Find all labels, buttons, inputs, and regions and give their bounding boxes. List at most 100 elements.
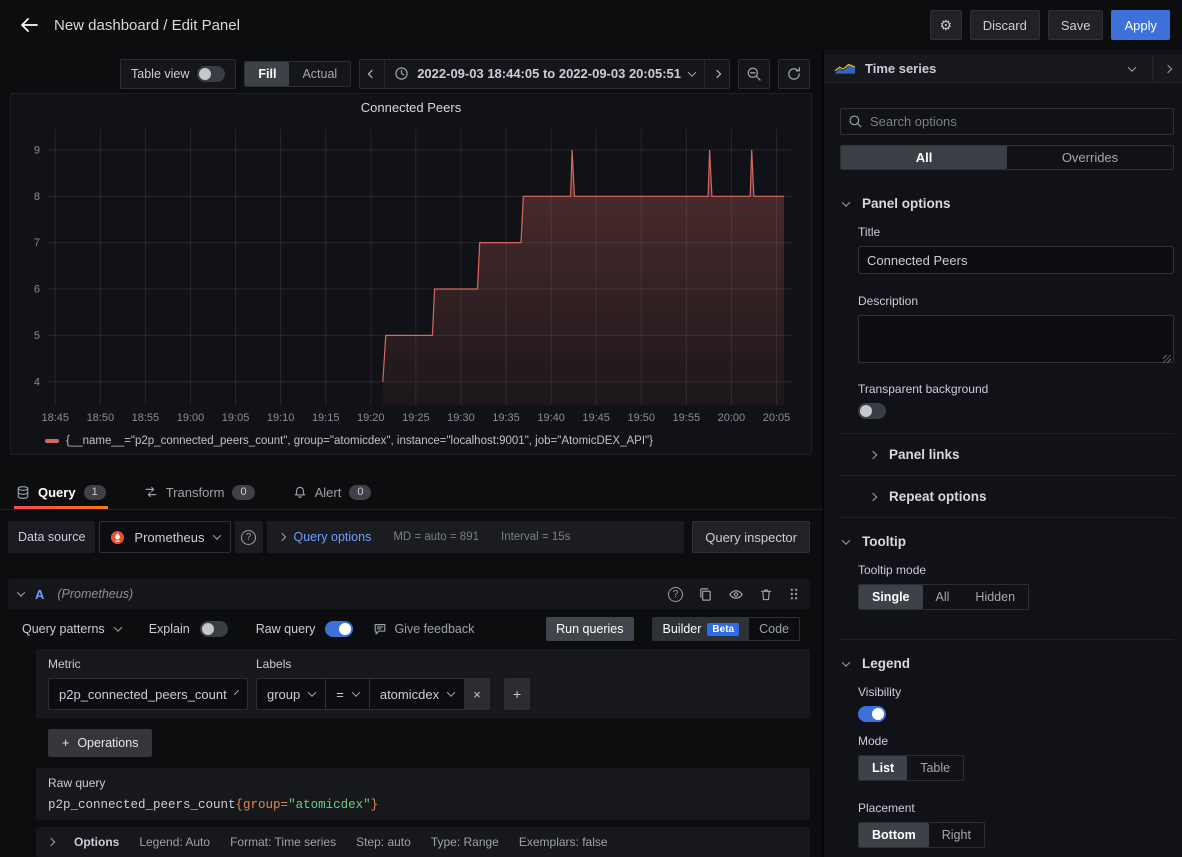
panel-preview[interactable]: Connected Peers 45678918:4518:5018:5519:… [10,93,812,455]
metric-select[interactable]: p2p_connected_peers_count [48,678,248,710]
interval: Interval = 15s [501,531,570,543]
resize-handle-icon[interactable] [1163,355,1171,363]
legend-placement-right[interactable]: Right [929,823,984,847]
query-row-header[interactable]: A (Prometheus) ? [8,579,810,609]
section-tooltip[interactable]: Tooltip [840,518,1174,563]
query-builder-body: Metric Labels p2p_connected_peers_count … [36,649,810,857]
help-icon[interactable]: ? [668,587,683,602]
chevron-down-icon [688,68,696,76]
query-inspector-button[interactable]: Query inspector [692,521,810,553]
section-tooltip-title: Tooltip [862,534,906,549]
apply-button[interactable]: Apply [1111,10,1170,40]
tooltip-mode-all[interactable]: All [923,585,963,609]
svg-text:19:55: 19:55 [673,412,701,424]
run-queries-button[interactable]: Run queries [546,617,633,641]
zoom-out-icon [746,66,762,82]
panel-links-section[interactable]: Panel links [840,433,1174,475]
tooltip-mode-hidden[interactable]: Hidden [962,585,1028,609]
label-key: group [267,687,300,702]
filter-overrides[interactable]: Overrides [1007,146,1173,169]
search-options-input[interactable] [840,108,1174,135]
label-operator-select[interactable]: = [325,678,369,710]
table-view-switch[interactable] [197,66,225,82]
tab-transform[interactable]: Transform 0 [142,475,257,509]
query-options-collapsed-row[interactable]: Options Legend: Auto Format: Time series… [36,827,810,857]
search-options [840,108,1174,135]
trash-icon[interactable] [759,587,773,602]
legend-visibility-switch[interactable] [858,706,886,722]
raw-query-box: Raw query p2p_connected_peers_count{grou… [36,768,810,820]
panel-title-input[interactable] [858,246,1174,274]
svg-text:19:05: 19:05 [222,412,250,424]
panel-description-textarea[interactable] [858,315,1174,363]
metric-value: p2p_connected_peers_count [59,687,227,702]
actual-option[interactable]: Actual [289,62,350,86]
visualization-picker[interactable]: Time series [824,55,1182,83]
section-legend[interactable]: Legend [840,640,1174,685]
eye-icon[interactable] [728,587,744,602]
legend-placement-bottom[interactable]: Bottom [859,823,929,847]
svg-text:19:40: 19:40 [537,412,565,424]
raw-query-label: Raw query [48,776,798,790]
add-label-button[interactable]: + [504,678,530,710]
datasource-help-button[interactable]: ? [235,521,263,553]
explain-label: Explain [149,622,190,636]
tab-query[interactable]: Query 1 [14,475,108,509]
raw-query-code[interactable]: p2p_connected_peers_count{group="atomicd… [48,798,798,812]
legend-label[interactable]: {__name__="p2p_connected_peers_count", g… [66,435,653,447]
max-data-points: MD = auto = 891 [393,531,479,543]
drag-handle-icon[interactable] [788,587,800,601]
options-exemplars: Exemplars: false [519,835,608,849]
code-option[interactable]: Code [749,618,799,640]
remove-label-button[interactable]: × [464,678,490,710]
raw-query-switch[interactable] [325,621,353,637]
add-operations-button[interactable]: + Operations [48,729,152,757]
transform-icon [144,485,158,499]
tab-transform-count: 0 [232,485,254,500]
svg-text:19:15: 19:15 [312,412,340,424]
label-value-select[interactable]: atomicdex [369,678,464,710]
svg-text:19:45: 19:45 [582,412,610,424]
datasource-label: Data source [8,521,95,553]
legend-mode-list[interactable]: List [859,756,907,780]
raw-query-label: Raw query [256,622,316,636]
options-step: Step: auto [356,835,411,849]
time-series-chart[interactable]: 45678918:4518:5018:5519:0019:0519:1019:1… [19,121,803,431]
explain-switch[interactable] [200,621,228,637]
give-feedback-link[interactable]: Give feedback [373,622,474,636]
datasource-row: Data source Prometheus ? Qu [8,521,810,553]
refresh-button[interactable] [778,59,810,89]
tab-alert[interactable]: Alert 0 [291,475,374,509]
panel-settings-button[interactable]: ⚙ [930,10,962,40]
table-view-toggle[interactable]: Table view [120,59,236,89]
svg-text:6: 6 [34,284,40,296]
chevron-right-icon [713,69,721,77]
tab-alert-count: 0 [349,485,371,500]
time-range-button[interactable]: 2022-09-03 18:44:05 to 2022-09-03 20:05:… [384,60,704,88]
svg-text:19:20: 19:20 [357,412,385,424]
query-options-toggle[interactable]: Query options [279,530,372,544]
label-key-select[interactable]: group [256,678,325,710]
section-panel-options[interactable]: Panel options [840,170,1174,225]
builder-option[interactable]: Builder Beta [653,618,750,640]
metric-label: Metric [48,657,248,671]
back-button[interactable] [12,8,46,42]
query-patterns-button[interactable]: Query patterns [22,622,105,636]
duplicate-icon[interactable] [698,587,713,602]
transparent-background-switch[interactable] [858,403,886,419]
metric-labels-headers: Metric Labels [48,657,798,678]
save-button[interactable]: Save [1048,10,1104,40]
discard-button[interactable]: Discard [970,10,1040,40]
time-shift-forward-button[interactable] [704,60,729,88]
toggle-sidebar-button[interactable] [1152,55,1182,82]
time-shift-back-button[interactable] [360,60,384,88]
repeat-options-section[interactable]: Repeat options [840,475,1174,518]
filter-all[interactable]: All [841,146,1007,169]
tooltip-mode-single[interactable]: Single [859,585,923,609]
chart-legend: {__name__="p2p_connected_peers_count", g… [19,431,803,450]
zoom-out-button[interactable] [738,59,770,89]
time-picker: 2022-09-03 18:44:05 to 2022-09-03 20:05:… [359,59,730,89]
legend-mode-table[interactable]: Table [907,756,963,780]
datasource-select[interactable]: Prometheus [99,521,230,553]
fill-option[interactable]: Fill [245,62,289,86]
